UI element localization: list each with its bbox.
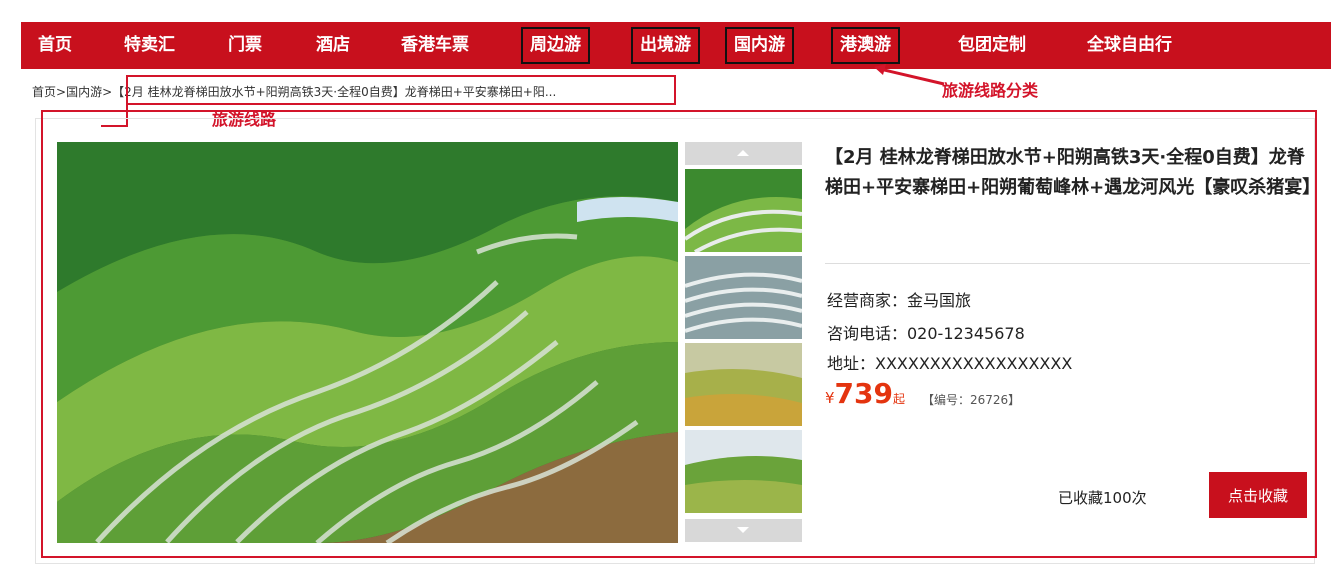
nav-item-domestic[interactable]: 国内游 [725,27,794,64]
arrow-down-icon [737,527,749,533]
product-code: 【编号：26726】 [922,393,1021,407]
nav-item-home[interactable]: 首页 [38,22,72,69]
main-photo [57,142,678,543]
nav-item-outbound[interactable]: 出境游 [631,27,700,64]
address-info: 地址：XXXXXXXXXXXXXXXXXX [827,354,1073,373]
nav-item-hotel[interactable]: 酒店 [316,22,350,69]
nav-item-custom[interactable]: 包团定制 [958,22,1026,69]
price-suffix: 起 [893,392,906,406]
thumb-scroll-down[interactable] [685,519,802,542]
breadcrumb-sep: > [102,85,113,99]
nav-item-nearby[interactable]: 周边游 [521,27,590,64]
product-title: 【2月 桂林龙脊梯田放水节+阳朔高铁3天·全程0自费】龙脊梯田+平安寨梯田+阳朔… [825,147,1321,198]
annotation-route-highlight [126,75,676,105]
nav-item-hk-macau[interactable]: 港澳游 [831,27,900,64]
price-value: 739 [834,377,893,410]
nav-item-tickets[interactable]: 门票 [228,22,262,69]
price-currency: ¥ [825,389,835,407]
thumbnail[interactable] [685,169,802,252]
favorite-count: 已收藏100次 [1058,489,1147,507]
thumbnail[interactable] [685,256,802,339]
thumb-scroll-up[interactable] [685,142,802,165]
breadcrumb-home[interactable]: 首页 [32,85,56,99]
price: ¥739起 [825,377,905,410]
phone-info: 咨询电话：020-12345678 [827,324,1025,343]
nav-item-sale[interactable]: 特卖汇 [124,22,175,69]
annotation-category-label: 旅游线路分类 [942,81,1039,100]
top-nav: 首页 特卖汇 门票 酒店 香港车票 周边游 出境游 国内游 港澳游 包团定制 全… [21,22,1331,69]
divider [825,263,1310,264]
thumbnail[interactable] [685,343,802,426]
arrow-up-icon [737,150,749,156]
nav-item-hk-bus[interactable]: 香港车票 [401,22,469,69]
thumbnail[interactable] [685,430,802,513]
annotation-arrow-icon [874,64,945,86]
breadcrumb-sep: > [56,85,67,99]
favorite-button[interactable]: 点击收藏 [1209,472,1307,518]
merchant-info: 经营商家：金马国旅 [827,291,972,310]
nav-item-global[interactable]: 全球自由行 [1087,22,1172,69]
breadcrumb-category[interactable]: 国内游 [66,85,102,99]
